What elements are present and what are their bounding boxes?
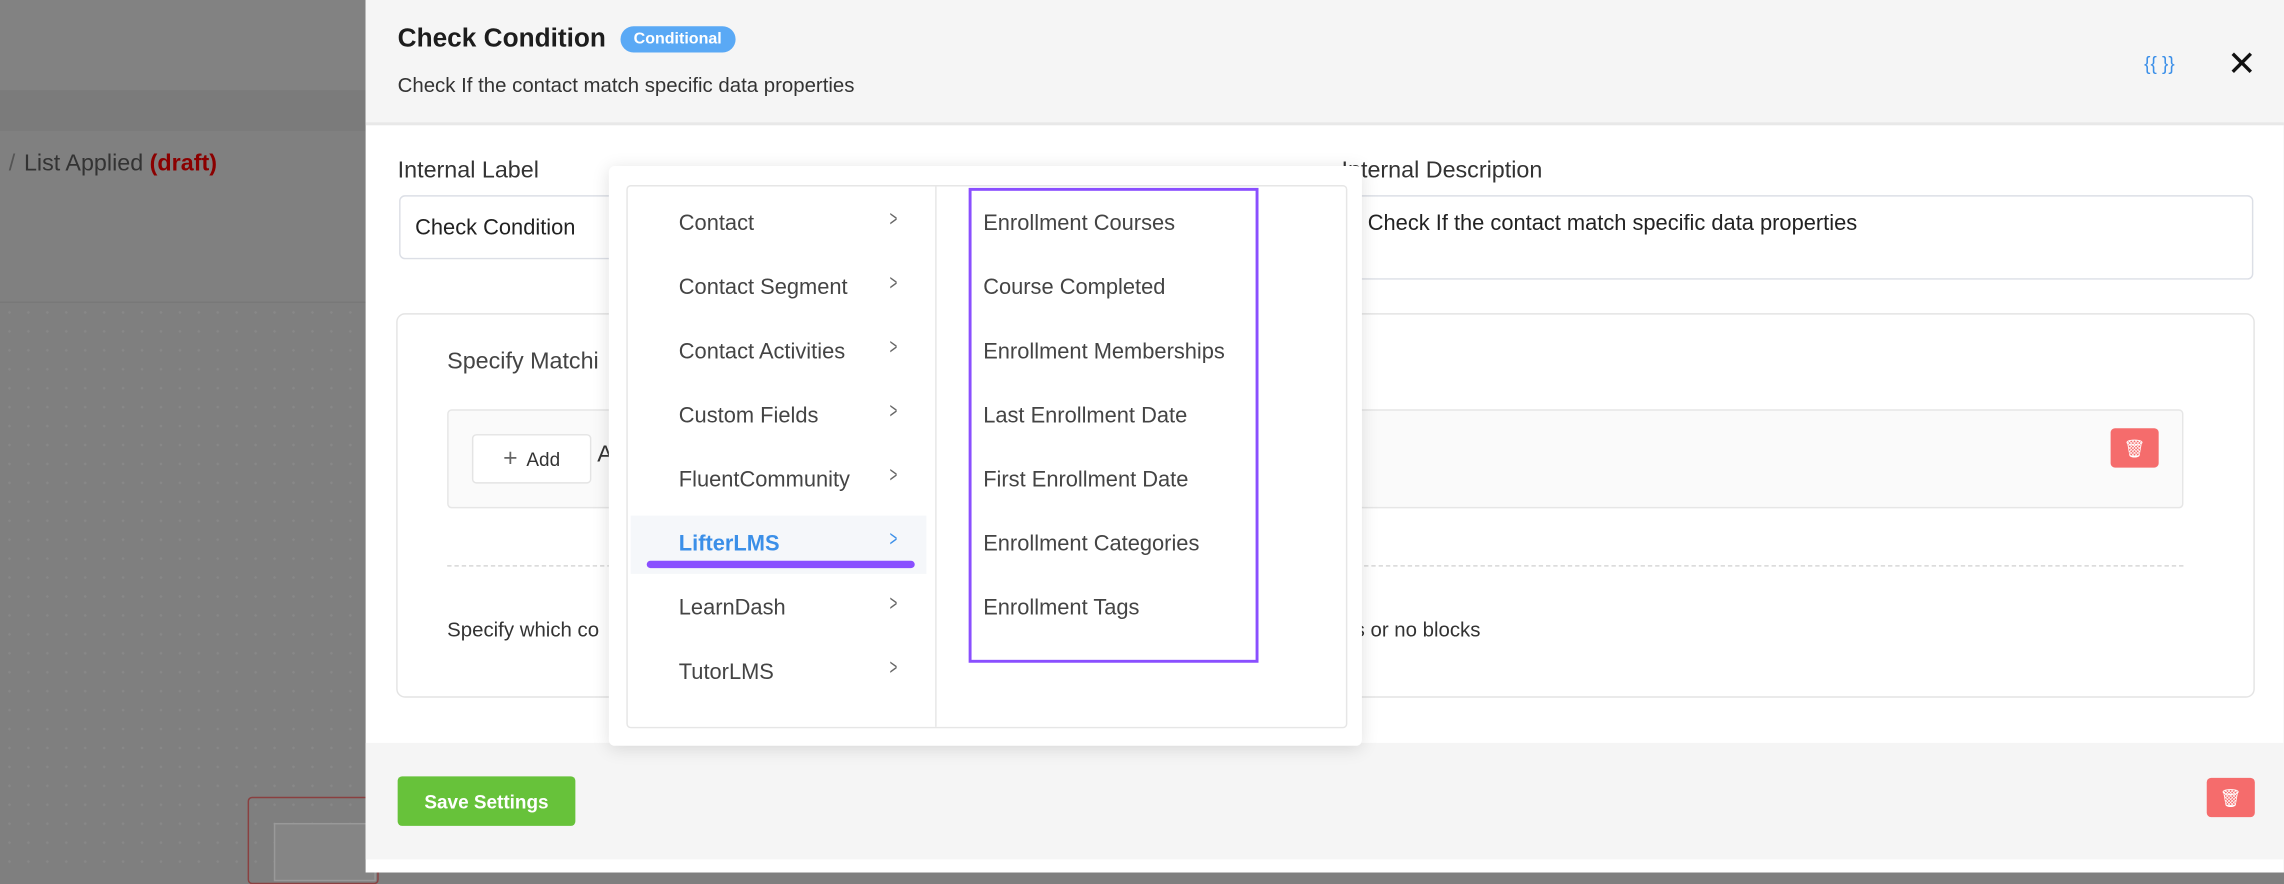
cascader-panel: Contact > Contact Segment > Contact Activiti… [626,184,1348,729]
draft-status: (draft) [149,151,217,177]
highlight-underline [646,560,915,569]
category-label: TutorLMS [678,659,774,685]
property-option[interactable]: Last Enrollment Date [983,403,1187,428]
category-label: Contact Segment [678,275,848,301]
category-contact-activities[interactable]: Contact Activities > [631,323,927,381]
category-learndash[interactable]: LearnDash > [631,580,927,638]
property-option[interactable]: Enrollment Tags [983,596,1139,621]
save-settings-button[interactable]: Save Settings [397,776,576,826]
column-divider [935,186,937,727]
top-bar [0,0,366,91]
internal-description-textarea[interactable]: Check If the contact match specific data… [1341,195,2254,280]
drawer-title: Check Condition [397,23,606,53]
breadcrumb-separator: / [8,151,16,177]
property-option[interactable]: Enrollment Courses [983,211,1175,236]
category-label: Contact [678,211,755,236]
trash-icon: 🗑 [2219,787,2242,808]
drawer-header: Check Condition Conditional Check If the… [365,0,2284,126]
drawer-footer: Save Settings 🗑 [365,742,2284,860]
chevron-right-icon: > [889,399,898,424]
category-label: LearnDash [678,595,786,621]
delete-node-button[interactable]: 🗑 [2206,777,2255,818]
category-label: LifterLMS [678,531,780,557]
property-option[interactable]: Course Completed [983,275,1165,300]
chevron-right-icon: > [889,206,898,232]
add-label: Add [526,447,561,470]
trash-icon: 🗑 [2123,437,2146,459]
condition-property-dropdown: Contact > Contact Segment > Contact Activiti… [608,166,1362,746]
property-option[interactable]: First Enrollment Date [983,468,1188,493]
category-label: FluentCommunity [678,467,850,493]
delete-block-button[interactable]: 🗑 [2110,428,2159,468]
category-tutorlms[interactable]: TutorLMS > [631,644,927,702]
chevron-right-icon: > [889,655,898,681]
close-icon[interactable]: ✕ [2227,44,2256,86]
breadcrumb: / List Applied (draft) [9,151,217,177]
property-option[interactable]: Enrollment Memberships [983,339,1225,364]
plus-icon: + [503,444,518,472]
chevron-right-icon: > [889,335,898,360]
breadcrumb-page[interactable]: List Applied [24,151,143,176]
funnel-block-inner [273,822,376,882]
chevron-right-icon: > [889,270,898,296]
add-condition-button[interactable]: + Add [471,434,592,484]
drawer-subtitle: Check If the contact match specific data… [397,72,855,97]
category-contact-segment[interactable]: Contact Segment > [631,259,927,317]
property-option[interactable]: Enrollment Categories [983,532,1199,557]
category-label: Custom Fields [678,403,819,429]
smartcode-icon[interactable]: {{ }} [2144,52,2175,74]
category-fluentcommunity[interactable]: FluentCommunity > [631,452,927,510]
type-badge: Conditional [620,26,735,53]
note-text-right: ks or no blocks [1344,617,1481,641]
internal-label-heading: Internal Label [397,158,539,184]
category-contact[interactable]: Contact > [631,195,927,253]
note-text-left: Specify which co [447,617,600,641]
category-label: Contact Activities [678,339,846,365]
toolbar-band [0,90,366,132]
internal-description-heading: Internal Description [1341,158,1543,184]
chevron-right-icon: > [889,463,898,488]
card-title: Specify Matchi [447,349,599,375]
chevron-right-icon: > [889,527,898,553]
chevron-right-icon: > [889,591,898,617]
category-custom-fields[interactable]: Custom Fields > [631,387,927,445]
